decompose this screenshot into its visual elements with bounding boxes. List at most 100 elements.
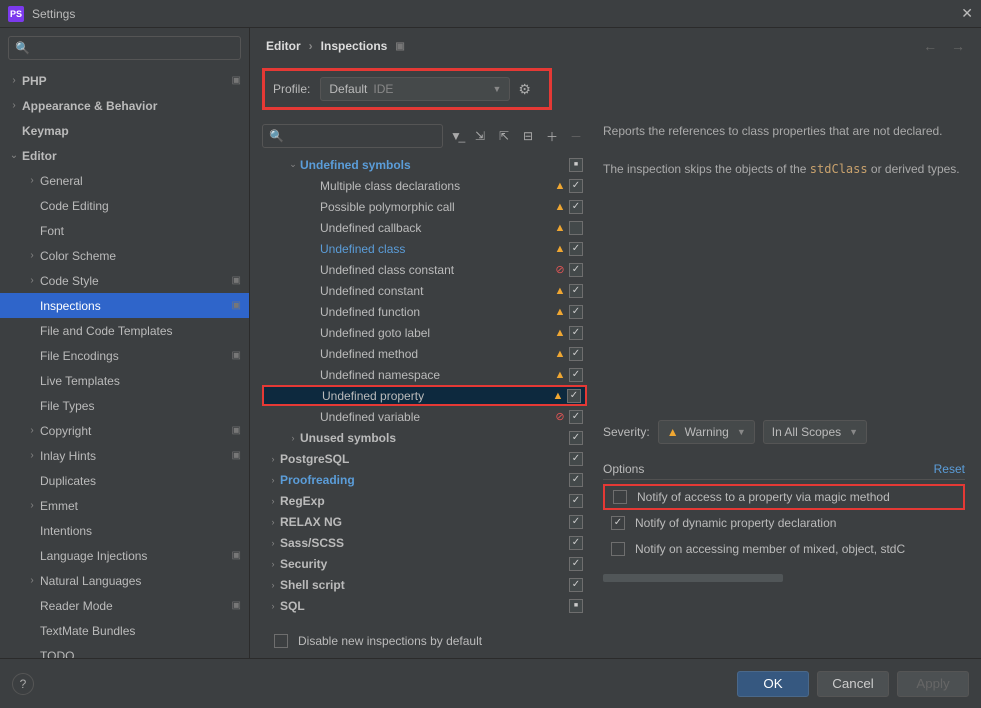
reset-icon[interactable]: ⊟	[517, 125, 539, 147]
inspection-checkbox[interactable]	[569, 200, 583, 214]
sidebar-item-file-types[interactable]: File Types	[0, 393, 249, 418]
inspection-checkbox[interactable]	[569, 494, 583, 508]
sidebar-item-live-templates[interactable]: Live Templates	[0, 368, 249, 393]
option-2[interactable]: Notify on accessing member of mixed, obj…	[603, 536, 965, 562]
inspection-checkbox[interactable]	[569, 158, 583, 172]
inspection-proofreading[interactable]: ›Proofreading	[262, 469, 587, 490]
inspection-undefined-class-constant[interactable]: Undefined class constant⊘	[262, 259, 587, 280]
inspection-checkbox[interactable]	[569, 557, 583, 571]
inspection-checkbox[interactable]	[569, 305, 583, 319]
sidebar-item-file-and-code-templates[interactable]: File and Code Templates	[0, 318, 249, 343]
inspection-undefined-method[interactable]: Undefined method▲	[262, 343, 587, 364]
inspection-checkbox[interactable]	[569, 536, 583, 550]
inspections-search-input[interactable]: 🔍	[262, 124, 443, 148]
sidebar-item-php[interactable]: ›PHP▣	[0, 68, 249, 93]
expand-all-icon[interactable]: ⇲	[469, 125, 491, 147]
inspection-checkbox[interactable]	[569, 599, 583, 613]
collapse-all-icon[interactable]: ⇱	[493, 125, 515, 147]
sidebar-item-intentions[interactable]: Intentions	[0, 518, 249, 543]
inspection-unused-symbols[interactable]: ›Unused symbols	[262, 427, 587, 448]
sidebar-item-code-editing[interactable]: Code Editing	[0, 193, 249, 218]
inspection-relax-ng[interactable]: ›RELAX NG	[262, 511, 587, 532]
sidebar-item-copyright[interactable]: ›Copyright▣	[0, 418, 249, 443]
sidebar-item-keymap[interactable]: Keymap	[0, 118, 249, 143]
filter-icon[interactable]: ▼̲	[445, 125, 467, 147]
inspection-checkbox[interactable]	[569, 452, 583, 466]
warning-icon: ▲	[551, 306, 569, 318]
severity-select[interactable]: ▲ Warning ▼	[658, 420, 755, 444]
option-checkbox[interactable]	[613, 490, 627, 504]
inspection-checkbox[interactable]	[569, 368, 583, 382]
horizontal-scrollbar[interactable]	[603, 574, 783, 582]
sidebar-item-todo[interactable]: TODO	[0, 643, 249, 658]
inspection-checkbox[interactable]	[569, 515, 583, 529]
add-icon[interactable]: ＋	[541, 125, 563, 147]
inspection-sql[interactable]: ›SQL	[262, 595, 587, 616]
inspection-checkbox[interactable]	[569, 284, 583, 298]
cancel-button[interactable]: Cancel	[817, 671, 889, 697]
inspection-checkbox[interactable]	[569, 410, 583, 424]
option-0[interactable]: Notify of access to a property via magic…	[603, 484, 965, 510]
gear-icon[interactable]: ⚙	[518, 81, 531, 98]
nav-back-icon[interactable]: ←	[923, 38, 937, 54]
sidebar-search-input[interactable]: 🔍	[8, 36, 241, 60]
sidebar-item-file-encodings[interactable]: File Encodings▣	[0, 343, 249, 368]
inspection-checkbox[interactable]	[567, 389, 581, 403]
inspection-checkbox[interactable]	[569, 179, 583, 193]
inspection-checkbox[interactable]	[569, 347, 583, 361]
remove-icon[interactable]: －	[565, 125, 587, 147]
sidebar-item-general[interactable]: ›General	[0, 168, 249, 193]
tree-arrow-icon: ›	[24, 175, 40, 186]
sidebar-item-inlay-hints[interactable]: ›Inlay Hints▣	[0, 443, 249, 468]
option-checkbox[interactable]	[611, 542, 625, 556]
inspection-undefined-symbols[interactable]: ⌄Undefined symbols	[262, 154, 587, 175]
disable-new-checkbox[interactable]	[274, 634, 288, 648]
inspection-postgresql[interactable]: ›PostgreSQL	[262, 448, 587, 469]
sidebar-item-language-injections[interactable]: Language Injections▣	[0, 543, 249, 568]
sidebar-item-editor[interactable]: ⌄Editor	[0, 143, 249, 168]
inspection-undefined-function[interactable]: Undefined function▲	[262, 301, 587, 322]
inspection-shell-script[interactable]: ›Shell script	[262, 574, 587, 595]
inspection-undefined-class[interactable]: Undefined class▲	[262, 238, 587, 259]
nav-forward-icon[interactable]: →	[951, 38, 965, 54]
close-icon[interactable]: ✕	[961, 5, 973, 22]
inspection-checkbox[interactable]	[569, 431, 583, 445]
inspection-checkbox[interactable]	[569, 221, 583, 235]
inspection-possible-polymorphic-call[interactable]: Possible polymorphic call▲	[262, 196, 587, 217]
profile-select[interactable]: Default IDE ▼	[320, 77, 510, 101]
ok-button[interactable]: OK	[737, 671, 809, 697]
inspection-checkbox[interactable]	[569, 242, 583, 256]
sidebar-item-emmet[interactable]: ›Emmet	[0, 493, 249, 518]
scope-select[interactable]: In All Scopes ▼	[763, 420, 867, 444]
option-1[interactable]: Notify of dynamic property declaration	[603, 510, 965, 536]
inspection-checkbox[interactable]	[569, 473, 583, 487]
sidebar-item-duplicates[interactable]: Duplicates	[0, 468, 249, 493]
inspection-undefined-variable[interactable]: Undefined variable⊘	[262, 406, 587, 427]
breadcrumb-editor[interactable]: Editor	[266, 39, 301, 53]
inspection-multiple-class-declarations[interactable]: Multiple class declarations▲	[262, 175, 587, 196]
inspection-undefined-property[interactable]: Undefined property▲	[262, 385, 587, 406]
sidebar-item-appearance-behavior[interactable]: ›Appearance & Behavior	[0, 93, 249, 118]
inspection-regexp[interactable]: ›RegExp	[262, 490, 587, 511]
reset-link[interactable]: Reset	[934, 462, 965, 476]
sidebar-item-code-style[interactable]: ›Code Style▣	[0, 268, 249, 293]
option-checkbox[interactable]	[611, 516, 625, 530]
sidebar-item-reader-mode[interactable]: Reader Mode▣	[0, 593, 249, 618]
help-button[interactable]: ?	[12, 673, 34, 695]
sidebar-item-natural-languages[interactable]: ›Natural Languages	[0, 568, 249, 593]
inspection-checkbox[interactable]	[569, 263, 583, 277]
sidebar-item-inspections[interactable]: Inspections▣	[0, 293, 249, 318]
inspection-checkbox[interactable]	[569, 326, 583, 340]
inspection-sass-scss[interactable]: ›Sass/SCSS	[262, 532, 587, 553]
disable-new-row[interactable]: Disable new inspections by default	[262, 624, 587, 658]
apply-button[interactable]: Apply	[897, 671, 969, 697]
inspection-undefined-constant[interactable]: Undefined constant▲	[262, 280, 587, 301]
inspection-security[interactable]: ›Security	[262, 553, 587, 574]
inspection-undefined-goto-label[interactable]: Undefined goto label▲	[262, 322, 587, 343]
sidebar-item-textmate-bundles[interactable]: TextMate Bundles	[0, 618, 249, 643]
sidebar-item-font[interactable]: Font	[0, 218, 249, 243]
sidebar-item-color-scheme[interactable]: ›Color Scheme	[0, 243, 249, 268]
inspection-checkbox[interactable]	[569, 578, 583, 592]
inspection-undefined-callback[interactable]: Undefined callback▲	[262, 217, 587, 238]
inspection-undefined-namespace[interactable]: Undefined namespace▲	[262, 364, 587, 385]
